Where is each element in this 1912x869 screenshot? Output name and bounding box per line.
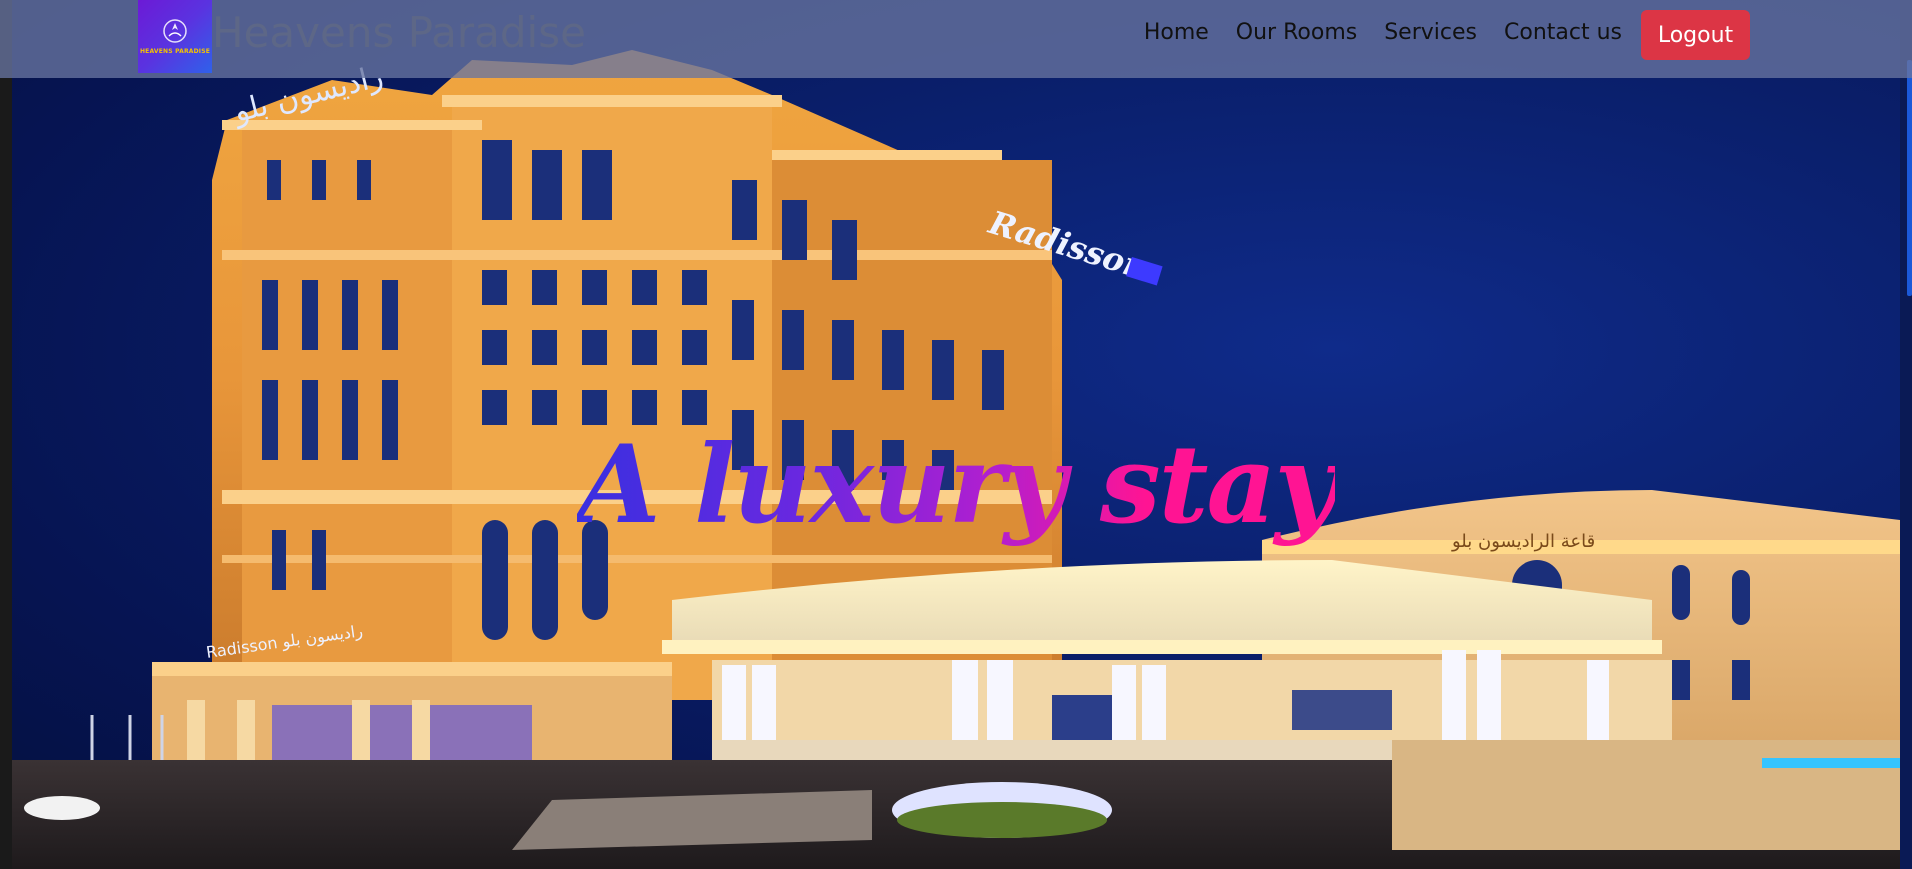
parked-car [24, 796, 100, 820]
nav-contact-us-link[interactable]: Contact us [1504, 20, 1622, 45]
navbar: HEAVENS PARADISE Heavens Paradise Home O… [0, 0, 1912, 78]
perimeter-wall [1392, 740, 1900, 850]
nav-services-link[interactable]: Services [1384, 20, 1477, 45]
page: راديسون بلو Radisson قاعة الراديسون بلو [0, 0, 1912, 869]
scrollbar-thumb[interactable] [1907, 60, 1912, 296]
nav-links: Home Our Rooms Services Contact us [1144, 20, 1622, 45]
nav-our-rooms-link[interactable]: Our Rooms [1236, 20, 1357, 45]
brand-logo[interactable]: HEAVENS PARADISE [138, 0, 212, 73]
nav-home-link[interactable]: Home [1144, 20, 1209, 45]
brand-name[interactable]: Heavens Paradise [212, 8, 586, 57]
paradise-emblem-icon [163, 19, 187, 43]
hero-title: A luxury stay [0, 422, 1912, 548]
logo-text: HEAVENS PARADISE [139, 48, 211, 55]
hero-title-text: A luxury stay [576, 422, 1338, 549]
logout-button[interactable]: Logout [1641, 10, 1750, 60]
